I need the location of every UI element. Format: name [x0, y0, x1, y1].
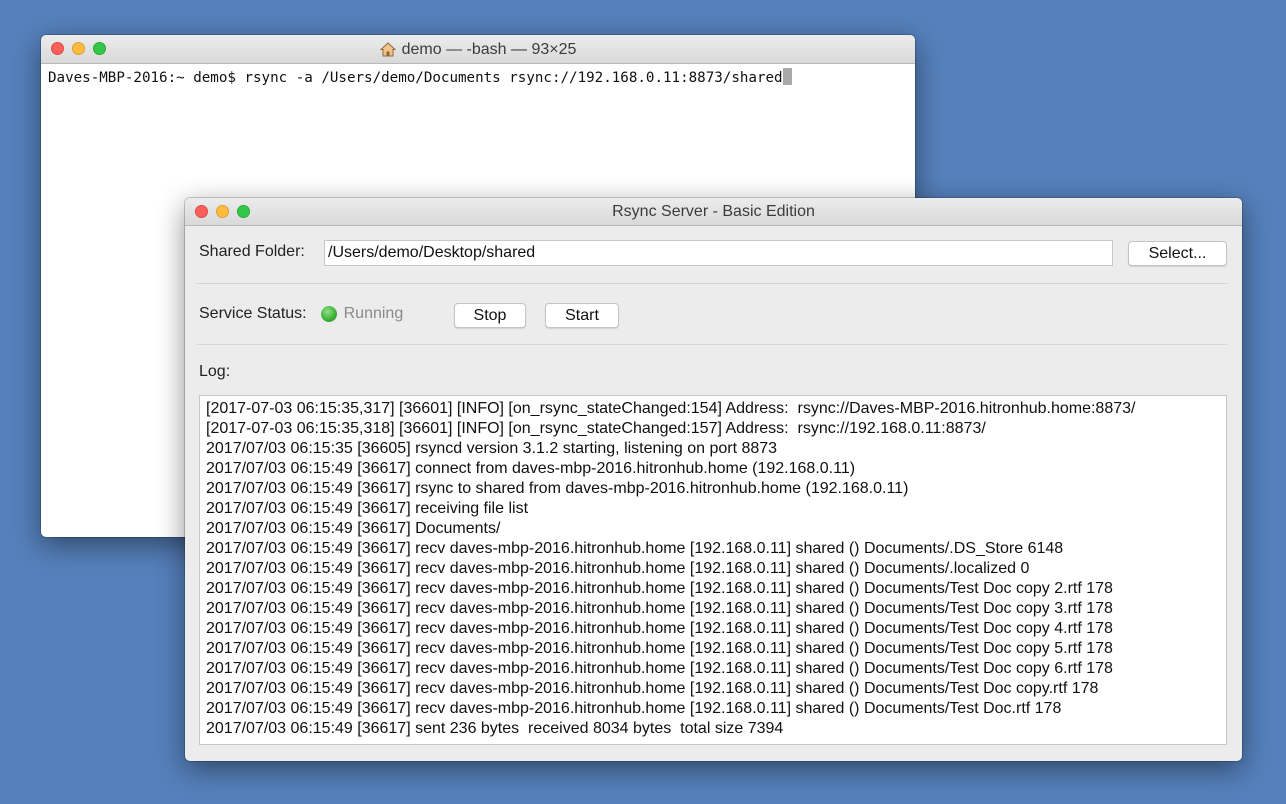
minimize-icon[interactable] [72, 42, 85, 55]
log-line: 2017/07/03 06:15:49 [36617] recv daves-m… [206, 540, 1064, 557]
home-icon [379, 42, 396, 57]
log-line: [2017-07-03 06:15:35,318] [36601] [INFO]… [206, 420, 986, 437]
terminal-title-text: demo — -bash — 93×25 [401, 41, 577, 58]
stop-button[interactable]: Stop [454, 303, 526, 328]
shared-folder-row: Shared Folder: [199, 243, 305, 261]
divider [197, 344, 1227, 345]
zoom-icon[interactable] [237, 205, 250, 218]
log-label-row: Log: [199, 363, 230, 381]
log-line: 2017/07/03 06:15:49 [36617] Documents/ [206, 520, 501, 537]
log-line: 2017/07/03 06:15:49 [36617] receiving fi… [206, 500, 529, 517]
shared-folder-field[interactable]: /Users/demo/Desktop/shared [324, 240, 1113, 266]
terminal-content[interactable]: Daves-MBP-2016:~ demo$ rsync -a /Users/d… [41, 64, 915, 91]
rsync-server-window: Rsync Server - Basic Edition Shared Fold… [185, 198, 1242, 761]
minimize-icon[interactable] [216, 205, 229, 218]
rsync-window-controls [195, 205, 250, 218]
log-line: 2017/07/03 06:15:49 [36617] connect from… [206, 460, 856, 477]
terminal-title: demo — -bash — 93×25 [379, 35, 577, 64]
log-view[interactable]: [2017-07-03 06:15:35,317] [36601] [INFO]… [199, 395, 1227, 745]
select-folder-button[interactable]: Select... [1128, 241, 1227, 266]
terminal-titlebar[interactable]: demo — -bash — 93×25 [41, 35, 915, 64]
divider [197, 283, 1227, 284]
log-line: 2017/07/03 06:15:49 [36617] recv daves-m… [206, 640, 1113, 657]
log-label: Log: [199, 363, 231, 380]
terminal-command: rsync -a /Users/demo/Documents rsync://1… [244, 70, 783, 86]
service-status-row: Service Status: Running [199, 305, 403, 323]
status-text: Running [343, 305, 404, 322]
log-line: 2017/07/03 06:15:49 [36617] recv daves-m… [206, 560, 1030, 577]
shared-folder-label: Shared Folder: [199, 243, 305, 260]
log-line: 2017/07/03 06:15:35 [36605] rsyncd versi… [206, 440, 778, 457]
start-button[interactable]: Start [545, 303, 619, 328]
log-line: 2017/07/03 06:15:49 [36617] recv daves-m… [206, 600, 1113, 617]
log-line: 2017/07/03 06:15:49 [36617] rsync to sha… [206, 480, 909, 497]
log-line: [2017-07-03 06:15:35,317] [36601] [INFO]… [206, 400, 1136, 417]
log-line: 2017/07/03 06:15:49 [36617] recv daves-m… [206, 700, 1062, 717]
terminal-prompt: Daves-MBP-2016:~ demo$ [48, 70, 245, 86]
log-line: 2017/07/03 06:15:49 [36617] recv daves-m… [206, 580, 1113, 597]
log-line: 2017/07/03 06:15:49 [36617] recv daves-m… [206, 680, 1099, 697]
zoom-icon[interactable] [93, 42, 106, 55]
rsync-titlebar[interactable]: Rsync Server - Basic Edition [185, 198, 1242, 226]
service-status-label: Service Status: [199, 305, 307, 322]
rsync-window-title: Rsync Server - Basic Edition [612, 203, 815, 220]
close-icon[interactable] [195, 205, 208, 218]
log-line: 2017/07/03 06:15:49 [36617] recv daves-m… [206, 660, 1113, 677]
log-line: 2017/07/03 06:15:49 [36617] recv daves-m… [206, 620, 1113, 637]
status-indicator-icon [320, 306, 337, 322]
close-icon[interactable] [51, 42, 64, 55]
terminal-window-controls [51, 42, 106, 55]
terminal-cursor [782, 68, 792, 85]
log-line: 2017/07/03 06:15:49 [36617] sent 236 byt… [206, 720, 784, 737]
